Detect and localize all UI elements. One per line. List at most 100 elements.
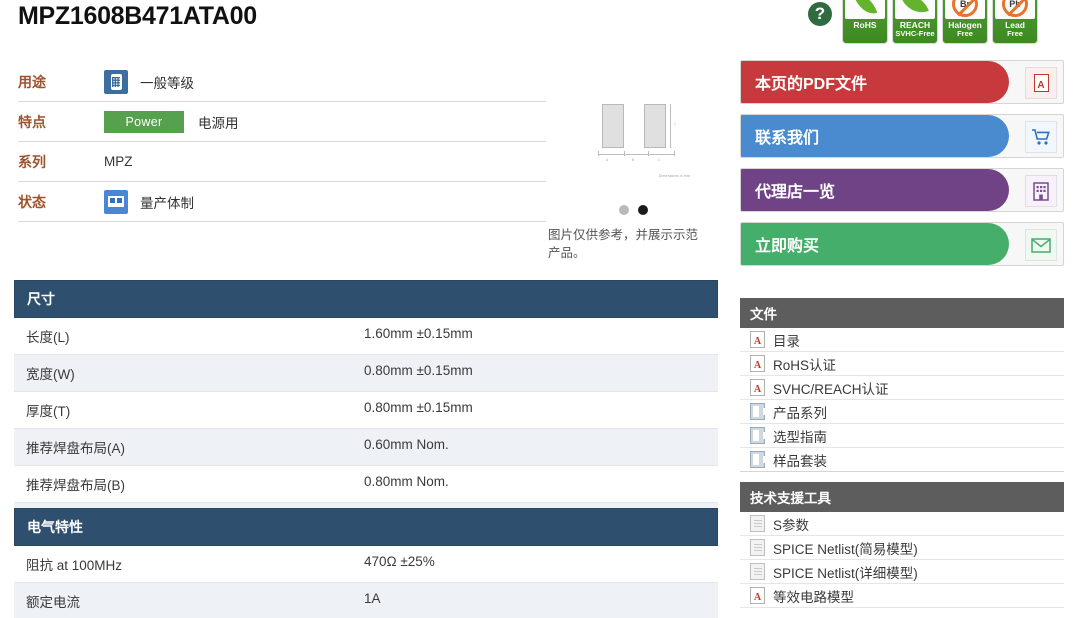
list-item-label: 目录 — [773, 333, 800, 349]
files-panel: 文件 目录 RoHS认证 SVHC/REACH认证 产品系列 选型指南 — [740, 298, 1064, 472]
spec-row-status: 状态 量产体制 — [18, 182, 546, 222]
prohibition-symbol: Pb — [1002, 0, 1028, 17]
spec-label: 系列 — [18, 153, 46, 170]
land-pattern-diagram[interactable]: A B C T Dimensions in mm — [568, 82, 698, 187]
panel-title: 文件 — [740, 298, 1064, 328]
image-carousel-dots[interactable] — [548, 205, 718, 215]
buy-now-button[interactable]: 立即购买 — [740, 222, 1064, 266]
table-cell-value: 0.80mm ±0.15mm — [364, 400, 473, 415]
list-item[interactable]: SPICE Netlist(详细模型) — [740, 560, 1064, 584]
list-item-label: 等效电路模型 — [773, 589, 854, 605]
mass-production-icon — [104, 189, 128, 214]
spec-label: 用途 — [18, 73, 46, 90]
pad-right — [644, 104, 666, 148]
help-icon[interactable]: ? — [808, 2, 832, 26]
building-icon — [1025, 175, 1057, 207]
cart-icon — [1025, 121, 1057, 153]
list-item-label: S参数 — [773, 517, 810, 533]
table-cell-key: 额定电流 — [26, 595, 80, 610]
leaf-icon — [845, 0, 885, 19]
carousel-dot-1[interactable] — [618, 205, 629, 215]
list-item-label: SPICE Netlist(详细模型) — [773, 565, 918, 581]
pad-left — [602, 104, 624, 148]
tick — [624, 151, 625, 156]
cert-label: REACH SVHC-Free — [895, 21, 934, 38]
spec-label: 特点 — [18, 113, 46, 130]
table-cell-key: 推荐焊盘布局(A) — [26, 441, 125, 456]
list-item-label: 选型指南 — [773, 429, 827, 445]
button-label: 立即购买 — [755, 238, 820, 255]
table-header: 电气特性 — [14, 508, 718, 546]
spec-value-group: 量产体制 — [104, 189, 194, 214]
list-item-label: 样品套装 — [773, 453, 827, 469]
button-label: 本页的PDF文件 — [755, 76, 868, 93]
list-item-label: SVHC/REACH认证 — [773, 381, 889, 397]
list-item[interactable]: 产品系列 — [740, 400, 1064, 424]
table-row: 阻抗 at 100MHz 470Ω ±25% — [14, 546, 718, 583]
list-item[interactable]: 目录 — [740, 328, 1064, 352]
contact-us-button[interactable]: 联系我们 — [740, 114, 1064, 158]
spec-row-usage: 用途 一般等级 — [18, 62, 546, 102]
doc-file-icon — [750, 515, 765, 532]
horizontal-dimension-line — [598, 154, 674, 155]
list-item[interactable]: RoHS认证 — [740, 352, 1064, 376]
table-header: 尺寸 — [14, 280, 718, 318]
electrical-characteristics-table: 电气特性 阻抗 at 100MHz 470Ω ±25% 额定电流 1A 直流电阻… — [14, 508, 718, 618]
pdf-file-icon — [750, 587, 765, 604]
page-file-icon — [750, 427, 765, 444]
cert-label: RoHS — [853, 20, 877, 30]
list-item[interactable]: SVHC/REACH认证 — [740, 376, 1064, 400]
pdf-file-icon — [750, 331, 765, 348]
cert-badge-reach[interactable]: REACH SVHC-Free — [892, 0, 938, 44]
table-cell-value: 1.60mm ±0.15mm — [364, 326, 473, 341]
tick — [674, 151, 675, 156]
list-item[interactable]: 等效电路模型 — [740, 584, 1064, 608]
table-row: 推荐焊盘布局(A) 0.60mm Nom. — [14, 429, 718, 466]
prohibition-symbol: Br — [952, 0, 978, 17]
table-cell-key: 推荐焊盘布局(B) — [26, 478, 125, 493]
page-file-icon — [750, 403, 765, 420]
table-cell-key: 宽度(W) — [26, 367, 75, 382]
cert-badge-halogen-free[interactable]: Br Halogen Free — [942, 0, 988, 44]
spec-value-text: 电源用 — [198, 115, 239, 131]
power-badge: Power — [104, 110, 184, 133]
table-cell-key: 长度(L) — [26, 330, 70, 345]
vertical-dimension-line — [670, 104, 671, 148]
cert-badge-lead-free[interactable]: Pb Lead Free — [992, 0, 1038, 44]
table-row: 宽度(W) 0.80mm ±0.15mm — [14, 355, 718, 392]
product-detail-page: MPZ1608B471ATA00 用途 一般等级 特点 Power 电源用 系列… — [0, 0, 1080, 618]
compliance-badge-bar: ? RoHS REACH SVHC-Free Br Halogen Free P… — [808, 0, 1038, 44]
list-item[interactable]: 选型指南 — [740, 424, 1064, 448]
carousel-dot-2[interactable] — [637, 205, 648, 215]
list-item-label: SPICE Netlist(简易模型) — [773, 541, 918, 557]
list-item[interactable]: SPICE Netlist(简易模型) — [740, 536, 1064, 560]
pdf-file-icon — [750, 355, 765, 372]
table-row: 额定电流 1A — [14, 583, 718, 618]
image-caption: 图片仅供参考，并展示示范产品。 — [548, 228, 699, 261]
list-item[interactable]: 样品套装 — [740, 448, 1064, 472]
leaf-icon — [895, 0, 935, 19]
doc-file-icon — [750, 563, 765, 580]
table-cell-value: 0.80mm Nom. — [364, 474, 449, 489]
tick — [598, 151, 599, 156]
mobile-device-icon — [104, 69, 128, 94]
spec-value-group: Power 电源用 — [104, 110, 239, 133]
list-item[interactable]: S参数 — [740, 512, 1064, 536]
pdf-download-button[interactable]: 本页的PDF文件 A — [740, 60, 1064, 104]
page-title: MPZ1608B471ATA00 — [18, 2, 257, 30]
tick — [648, 151, 649, 156]
cert-label-sub: SVHC-Free — [895, 28, 935, 38]
dim-label-c: C — [658, 158, 661, 162]
dimension-unit-note: Dimensions in mm — [658, 174, 690, 178]
button-label: 联系我们 — [755, 130, 820, 147]
table-cell-key: 厚度(T) — [26, 404, 71, 419]
page-file-icon — [750, 451, 765, 468]
distributor-list-button[interactable]: 代理店一览 — [740, 168, 1064, 212]
dim-label-a: A — [606, 158, 609, 162]
cert-badge-rohs[interactable]: RoHS — [842, 0, 888, 44]
button-label: 代理店一览 — [755, 184, 836, 201]
dim-label-b: B — [632, 158, 635, 162]
cert-label-sub: Free — [1007, 28, 1023, 38]
table-cell-value: 0.80mm ±0.15mm — [364, 363, 473, 378]
mail-icon — [1025, 229, 1057, 261]
